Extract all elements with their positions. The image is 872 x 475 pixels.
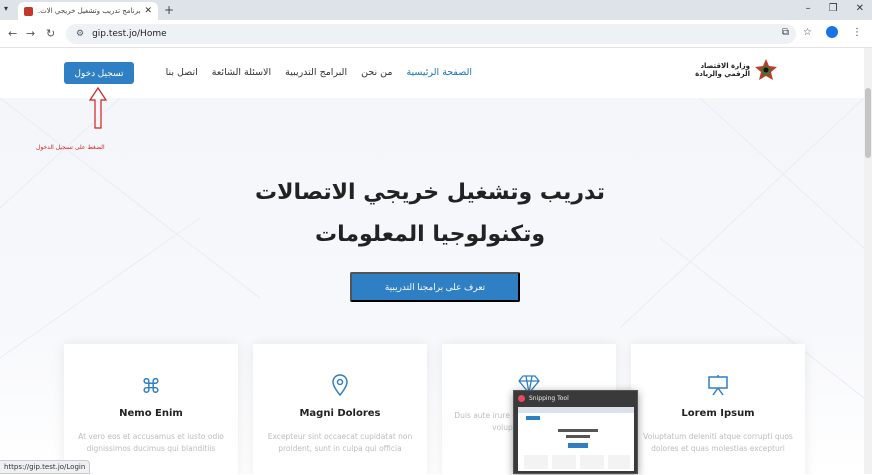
bookmark-star-icon[interactable]: ☆ xyxy=(803,27,812,38)
annotation-text: الضغط على تسجيل الدخول xyxy=(36,144,105,151)
close-window-icon[interactable]: ✕ xyxy=(856,3,864,14)
tab-title: برنامج تدريب وتشغيل خريجي الات... xyxy=(37,7,141,15)
new-tab-button[interactable]: + xyxy=(164,3,174,17)
annotation-arrow-icon xyxy=(88,86,108,129)
snipping-tool-thumbnail xyxy=(518,407,634,471)
snipping-tool-title: Snipping Tool xyxy=(529,394,569,402)
minimize-icon[interactable]: – xyxy=(806,3,811,14)
feature-card: ⌘ Nemo Enim At vero eos et accusamus et … xyxy=(64,344,238,474)
card-description: Voluptatum deleniti atque corrupti quos … xyxy=(643,432,793,453)
url-text: gip.test.jo/Home xyxy=(92,29,167,39)
location-pin-icon xyxy=(253,374,427,398)
tab-strip: ▾ برنامج تدريب وتشغيل خريجي الات... ✕ + … xyxy=(0,0,872,20)
favicon-icon xyxy=(24,6,33,16)
address-bar-row: ← → ↻ ⚙ gip.test.jo/Home ⧉ ☆ ⋮ xyxy=(0,20,872,48)
card-title: Lorem Ipsum xyxy=(681,408,755,419)
logo-emblem-icon xyxy=(755,59,777,80)
nav-home[interactable]: الصفحة الرئيسية xyxy=(406,67,472,78)
nav-faq[interactable]: الاسئلة الشائعة xyxy=(212,67,271,78)
active-tab[interactable]: برنامج تدريب وتشغيل خريجي الات... ✕ xyxy=(18,2,158,20)
window-controls: – ❐ ✕ xyxy=(806,3,864,14)
easel-icon xyxy=(631,374,805,398)
logo-line-2: الرقمي والريادة xyxy=(695,70,750,78)
menu-icon[interactable]: ⋮ xyxy=(852,27,862,38)
site-info-icon[interactable]: ⚙ xyxy=(76,29,84,39)
web-page: وزارة الاقتصاد الرقمي والريادة الصفحة ال… xyxy=(0,48,864,474)
status-bar-url: https://gip.test.jo/Login xyxy=(0,460,91,474)
card-title: Nemo Enim xyxy=(119,408,183,419)
logo-text: وزارة الاقتصاد الرقمي والريادة xyxy=(695,62,750,78)
profile-avatar[interactable] xyxy=(826,26,838,38)
tab-search-icon[interactable]: ▾ xyxy=(4,4,8,13)
command-icon: ⌘ xyxy=(141,374,161,398)
snipping-tool-preview[interactable]: Snipping Tool xyxy=(513,390,638,474)
feature-card: Lorem Ipsum Voluptatum deleniti atque co… xyxy=(631,344,805,474)
back-icon[interactable]: ← xyxy=(8,27,17,40)
forward-icon[interactable]: → xyxy=(26,27,35,40)
explore-programs-button[interactable]: تعرف على برامجنا التدريبية xyxy=(350,272,520,302)
logo-line-1: وزارة الاقتصاد xyxy=(700,62,750,70)
nav-about[interactable]: من نحن xyxy=(361,67,392,78)
page-scrollbar[interactable] xyxy=(864,48,872,474)
toolbar-icons: ⧉ ☆ ⋮ xyxy=(782,26,862,38)
translate-icon[interactable]: ⧉ xyxy=(782,27,789,38)
url-field[interactable]: ⚙ gip.test.jo/Home xyxy=(66,24,796,44)
maximize-icon[interactable]: ❐ xyxy=(829,3,838,14)
site-header: وزارة الاقتصاد الرقمي والريادة الصفحة ال… xyxy=(0,48,864,98)
reload-icon[interactable]: ↻ xyxy=(46,27,55,40)
snipping-tool-titlebar: Snipping Tool xyxy=(514,391,637,405)
hero-title: تدريب وتشغيل خريجي الاتصالات وتكنولوجيا … xyxy=(254,180,606,247)
nav-contact[interactable]: اتصل بنا xyxy=(166,67,198,78)
nav-programs[interactable]: البرامج التدريبية xyxy=(285,67,347,78)
scrollbar-thumb[interactable] xyxy=(865,88,871,158)
snipping-tool-icon xyxy=(518,394,525,402)
main-nav: الصفحة الرئيسية من نحن البرامج التدريبية… xyxy=(150,67,472,78)
login-button[interactable]: تسجيل دخول xyxy=(64,62,134,84)
card-title: Magni Dolores xyxy=(299,408,381,419)
close-tab-icon[interactable]: ✕ xyxy=(144,6,152,16)
feature-card: Magni Dolores Excepteur sint occaecat cu… xyxy=(253,344,427,474)
card-description: At vero eos et accusamus et iusto odio d… xyxy=(78,432,224,453)
card-description: Excepteur sint occaecat cupidatat non pr… xyxy=(267,432,413,453)
ministry-logo[interactable]: وزارة الاقتصاد الرقمي والريادة xyxy=(695,58,778,82)
